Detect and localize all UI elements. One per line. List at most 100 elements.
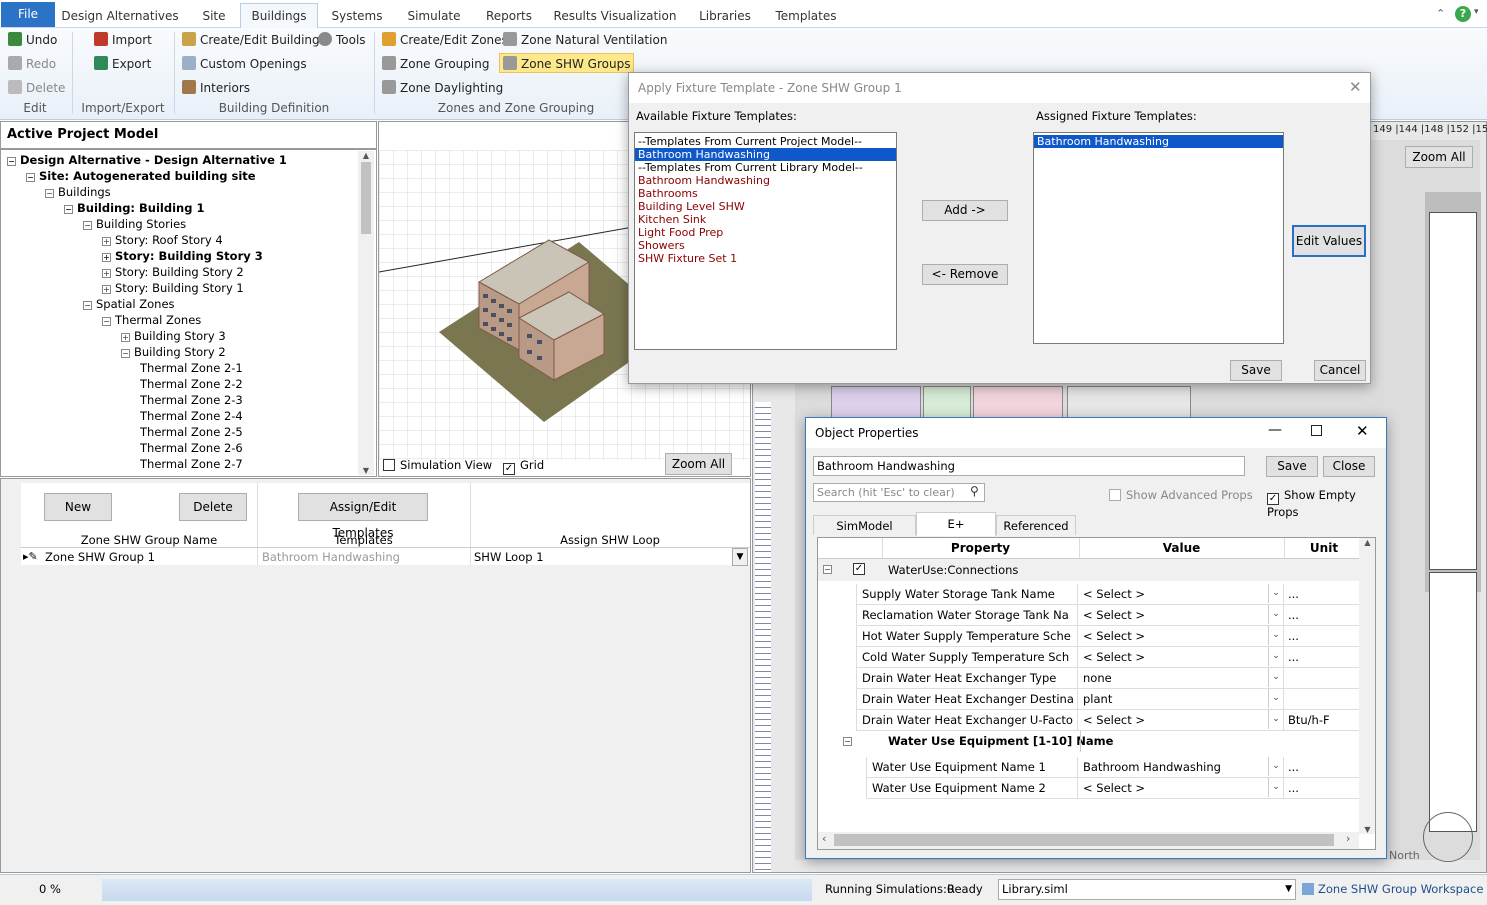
property-row[interactable]: Drain Water Heat Exchanger Destina plant ⌄ (856, 689, 1364, 710)
collapse-icon[interactable]: − (823, 565, 832, 574)
property-value-select[interactable]: < Select > ⌄ (1079, 647, 1284, 668)
zone-shw-groups-button[interactable]: Zone SHW Groups (499, 53, 635, 73)
close-icon[interactable]: ✕ (1349, 78, 1362, 96)
tree-node[interactable]: − Building Story 2 (1, 344, 376, 360)
assigned-templates-list[interactable]: Bathroom Handwashing (1033, 132, 1284, 344)
grid-toggle[interactable]: ✓ Grid (503, 458, 544, 475)
chevron-down-icon[interactable]: ⌄ (1268, 710, 1283, 729)
collapse-icon[interactable]: − (121, 349, 130, 358)
chevron-down-icon[interactable]: ⌄ (1268, 626, 1283, 645)
show-advanced-toggle[interactable]: Show Advanced Props (1109, 488, 1253, 502)
redo-button[interactable]: Redo (8, 54, 56, 74)
property-value-select[interactable]: < Select > ⌄ (1079, 710, 1284, 731)
minimize-icon[interactable]: — (1268, 422, 1282, 438)
zoom-all-plan-button[interactable]: Zoom All (1405, 146, 1473, 168)
chevron-down-icon[interactable]: ⌄ (1268, 584, 1283, 603)
zone-grouping-button[interactable]: Zone Grouping (382, 54, 489, 74)
property-value-select[interactable]: < Select > ⌄ (1079, 778, 1284, 799)
undo-button[interactable]: Undo (8, 30, 57, 50)
list-item[interactable]: Bathroom Handwashing (635, 174, 896, 187)
tree-node[interactable]: Thermal Zone 2-6 (1, 440, 376, 456)
group-name-cell[interactable]: Zone SHW Group 1 (45, 550, 155, 564)
chevron-down-icon[interactable]: ⌄ (1268, 689, 1283, 708)
property-row[interactable]: Hot Water Supply Temperature Sche < Selec… (856, 626, 1364, 647)
tree-node[interactable]: Thermal Zone 2-3 (1, 392, 376, 408)
group-checkbox[interactable]: ✓ (853, 563, 865, 575)
chevron-down-icon[interactable]: ⌄ (1268, 778, 1283, 797)
remove-button[interactable]: <- Remove (922, 264, 1008, 285)
property-value-select[interactable]: Bathroom Handwashing ⌄ (1079, 757, 1284, 778)
object-name-field[interactable]: Bathroom Handwashing (813, 456, 1245, 476)
zoom-all-3d-button[interactable]: Zoom All (665, 453, 732, 475)
scroll-up-icon[interactable]: ▲ (358, 151, 374, 160)
delete-group-button[interactable]: Delete (179, 493, 247, 521)
collapse-icon[interactable]: − (64, 205, 73, 214)
zone-daylighting-button[interactable]: Zone Daylighting (382, 78, 503, 98)
tab-systems[interactable]: Systems (322, 4, 392, 28)
property-row[interactable]: Cold Water Supply Temperature Sch < Selec… (856, 647, 1364, 668)
property-unit[interactable]: ... (1284, 626, 1364, 647)
show-empty-toggle[interactable]: ✓ Show Empty Props (1267, 488, 1386, 519)
project-tree[interactable]: − Design Alternative - Design Alternative… (0, 149, 377, 477)
help-dropdown-icon[interactable]: ▾ (1474, 7, 1479, 17)
new-button[interactable]: New (44, 493, 112, 521)
tree-node[interactable]: Thermal Zone 2-4 (1, 408, 376, 424)
tab-libraries[interactable]: Libraries (690, 4, 760, 28)
property-unit[interactable]: ... (1284, 605, 1364, 626)
tab-simmodel-properties[interactable]: SimModel Properties (813, 515, 916, 553)
props-vertical-scrollbar[interactable]: ▲ ▼ (1359, 538, 1375, 834)
templates-cell[interactable]: Bathroom Handwashing (262, 550, 400, 564)
chevron-down-icon[interactable]: ⌄ (1268, 605, 1283, 624)
export-button[interactable]: Export (94, 54, 151, 74)
tree-node[interactable]: + Story: Roof Story 4 (1, 232, 376, 248)
props-save-button[interactable]: Save (1266, 456, 1318, 477)
shw-loop-dropdown-icon[interactable]: ▼ (732, 548, 748, 566)
property-row[interactable]: Supply Water Storage Tank Name < Select >… (856, 584, 1364, 605)
expand-icon[interactable]: + (102, 253, 111, 262)
property-unit[interactable]: ... (1284, 584, 1364, 605)
tree-node[interactable]: − Design Alternative - Design Alternative… (1, 152, 376, 168)
list-item[interactable]: Building Level SHW (635, 200, 896, 213)
property-row[interactable]: Water Use Equipment Name 2 < Select > ⌄... (866, 778, 1364, 799)
search-input[interactable]: Search (hit 'Esc' to clear) (813, 483, 985, 502)
close-props-icon[interactable]: ✕ (1356, 422, 1369, 440)
collapse-icon[interactable]: − (45, 189, 54, 198)
property-row[interactable]: Reclamation Water Storage Tank Na < Selec… (856, 605, 1364, 626)
property-row[interactable]: Drain Water Heat Exchanger Type none ⌄ (856, 668, 1364, 689)
tab-results-visualization[interactable]: Results Visualization (552, 4, 678, 28)
tree-node[interactable]: + Story: Building Story 1 (1, 280, 376, 296)
maximize-icon[interactable] (1311, 425, 1322, 436)
tab-referenced-by[interactable]: Referenced By (996, 515, 1076, 553)
shw-grid[interactable]: New Delete Assign/Edit Templates Zone SH… (21, 483, 750, 568)
chevron-down-icon[interactable]: ⌄ (1268, 757, 1283, 776)
custom-openings-button[interactable]: Custom Openings (182, 54, 307, 74)
expand-icon[interactable]: + (102, 269, 111, 278)
delete-button[interactable]: Delete (8, 78, 65, 98)
tree-node[interactable]: − Thermal Zones (1, 312, 376, 328)
collapse-icon[interactable]: − (7, 157, 16, 166)
table-row[interactable]: ▸✎ Zone SHW Group 1 Bathroom Handwashing… (21, 548, 750, 568)
shw-loop-cell[interactable]: SHW Loop 1 (474, 550, 544, 564)
dialog-cancel-button[interactable]: Cancel (1314, 360, 1366, 381)
tab-eplus-properties[interactable]: E+ Properties (916, 512, 996, 553)
tab-design-alternatives[interactable]: Design Alternatives (58, 4, 182, 28)
interiors-button[interactable]: Interiors (182, 78, 250, 98)
properties-grid[interactable]: Property Value Unit − ✓ WaterUse:Connect… (817, 537, 1376, 850)
list-item[interactable]: Bathroom Handwashing (635, 148, 896, 161)
property-row[interactable]: Drain Water Heat Exchanger U-Facto < Sele… (856, 710, 1364, 731)
show-empty-checkbox[interactable]: ✓ (1267, 493, 1279, 505)
props-horizontal-scrollbar[interactable]: ‹ › (818, 832, 1359, 849)
collapse-icon[interactable]: − (26, 173, 35, 182)
tree-node[interactable]: Thermal Zone 2-7 (1, 456, 376, 472)
assign-edit-templates-button[interactable]: Assign/Edit Templates (298, 493, 428, 540)
dialog-save-button[interactable]: Save (1230, 360, 1282, 381)
scroll-thumb[interactable] (361, 162, 371, 234)
list-item[interactable]: Showers (635, 239, 896, 252)
tree-node[interactable]: − Buildings (1, 184, 376, 200)
property-unit[interactable]: ... (1284, 757, 1364, 778)
property-value-select[interactable]: < Select > ⌄ (1079, 626, 1284, 647)
list-item[interactable]: Kitchen Sink (635, 213, 896, 226)
add-button[interactable]: Add -> (922, 200, 1008, 221)
collapse-ribbon-icon[interactable]: ⌃ (1436, 7, 1445, 20)
edit-values-button[interactable]: Edit Values (1292, 225, 1366, 257)
